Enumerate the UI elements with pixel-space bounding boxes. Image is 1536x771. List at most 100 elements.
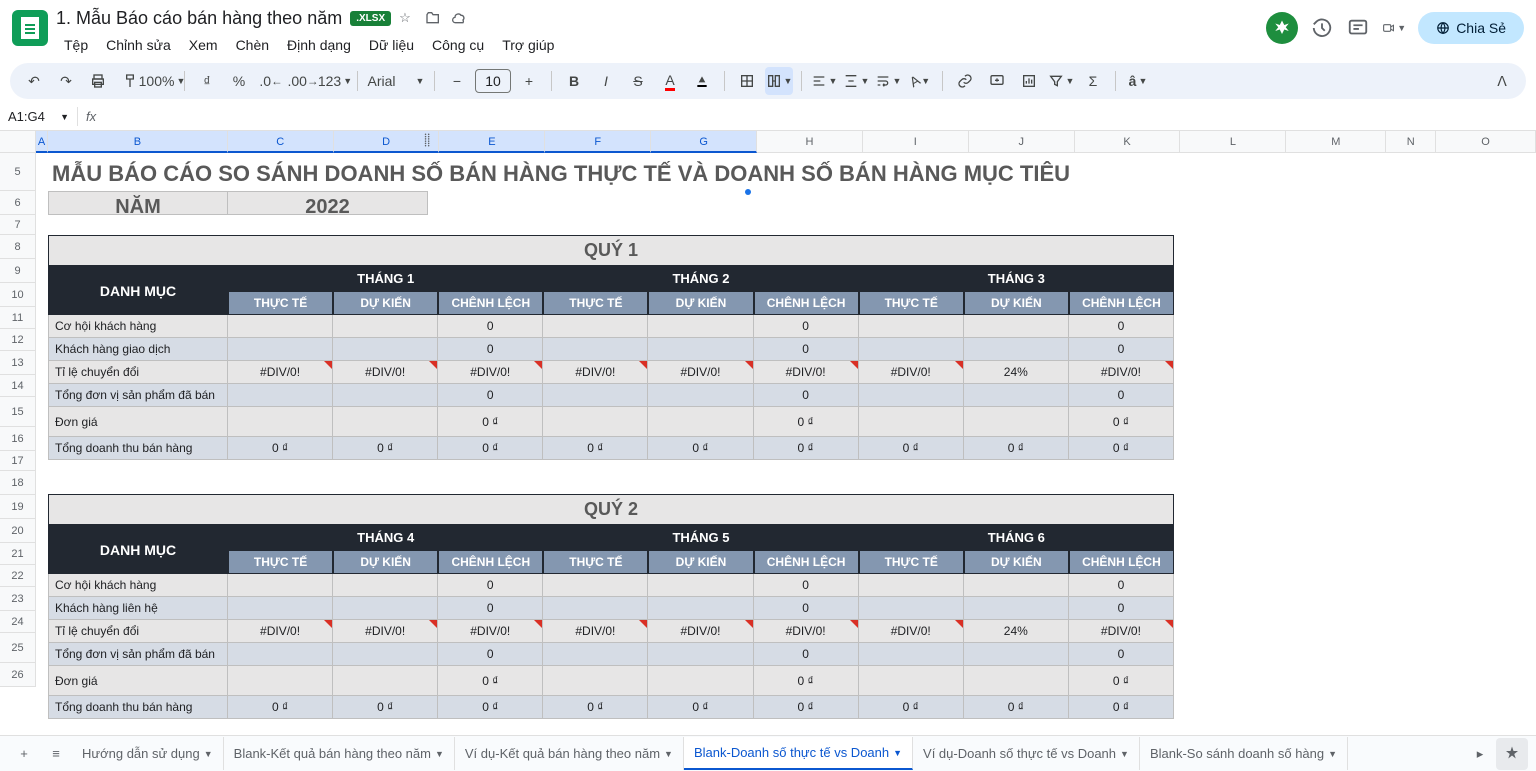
fill-color-button[interactable] — [688, 67, 716, 95]
tab-menu-icon[interactable]: ▼ — [893, 748, 902, 758]
row-header-12[interactable]: 12 — [0, 329, 36, 351]
data-cell[interactable] — [543, 315, 648, 338]
row-header-23[interactable]: 23 — [0, 587, 36, 611]
cloud-icon[interactable] — [451, 10, 469, 28]
text-color-button[interactable]: A — [656, 67, 684, 95]
data-cell[interactable]: 0 — [754, 338, 859, 361]
data-cell[interactable]: 0 — [754, 643, 859, 666]
data-cell[interactable]: #DIV/0! — [859, 620, 964, 643]
data-cell[interactable]: #DIV/0! — [438, 361, 543, 384]
data-cell[interactable]: #DIV/0! — [438, 620, 543, 643]
data-cell[interactable] — [333, 643, 438, 666]
sheet-content[interactable]: MẪU BÁO CÁO SO SÁNH DOANH SỐ BÁN HÀNG TH… — [36, 153, 1536, 721]
data-cell[interactable] — [648, 407, 753, 437]
data-cell[interactable] — [543, 643, 648, 666]
data-cell[interactable]: #DIV/0! — [648, 620, 753, 643]
data-cell[interactable]: #DIV/0! — [1069, 620, 1174, 643]
row-header-25[interactable]: 25 — [0, 633, 36, 663]
select-all-corner[interactable] — [0, 131, 36, 153]
data-cell[interactable] — [859, 597, 964, 620]
row-header-18[interactable]: 18 — [0, 471, 36, 495]
font-select[interactable]: Arial▼ — [366, 67, 426, 95]
col-header-C[interactable]: C — [228, 131, 334, 153]
data-cell[interactable] — [859, 574, 964, 597]
data-cell[interactable]: 0 ₫ — [754, 666, 859, 696]
menu-dữ liệu[interactable]: Dữ liệu — [361, 33, 422, 57]
menu-chèn[interactable]: Chèn — [228, 33, 277, 57]
merge-button[interactable]: ▼ — [765, 67, 793, 95]
data-cell[interactable] — [543, 407, 648, 437]
data-cell[interactable]: 0 ₫ — [859, 437, 964, 460]
decrease-decimal-button[interactable]: .0← — [257, 67, 285, 95]
col-header-G[interactable]: G — [651, 131, 757, 153]
italic-button[interactable]: I — [592, 67, 620, 95]
col-header-O[interactable]: O — [1436, 131, 1536, 153]
data-cell[interactable]: 0 — [438, 597, 543, 620]
data-cell[interactable]: 0 ₫ — [1069, 407, 1174, 437]
data-cell[interactable]: 0 — [438, 643, 543, 666]
col-header-N[interactable]: N — [1386, 131, 1436, 153]
filter-button[interactable]: ▼ — [1047, 67, 1075, 95]
row-header-11[interactable]: 11 — [0, 307, 36, 329]
data-cell[interactable] — [333, 338, 438, 361]
col-resize-icon[interactable]: ⸽⸽ — [424, 131, 430, 148]
strikethrough-button[interactable]: S — [624, 67, 652, 95]
data-cell[interactable] — [648, 574, 753, 597]
bold-button[interactable]: B — [560, 67, 588, 95]
sheet-tab[interactable]: Ví dụ-Doanh số thực tế vs Doanh▼ — [913, 737, 1140, 770]
data-cell[interactable]: 0 ₫ — [438, 666, 543, 696]
comment-icon[interactable] — [1346, 16, 1370, 40]
percent-button[interactable]: % — [225, 67, 253, 95]
print-button[interactable] — [84, 67, 112, 95]
row-header-21[interactable]: 21 — [0, 543, 36, 565]
undo-button[interactable]: ↶ — [20, 67, 48, 95]
data-cell[interactable] — [543, 574, 648, 597]
data-cell[interactable] — [543, 666, 648, 696]
data-cell[interactable]: 0 ₫ — [754, 696, 859, 719]
col-header-M[interactable]: M — [1286, 131, 1386, 153]
sheet-tab[interactable]: Hướng dẫn sử dụng▼ — [72, 737, 224, 770]
data-cell[interactable]: 24% — [964, 361, 1069, 384]
data-cell[interactable] — [228, 597, 333, 620]
data-cell[interactable]: 0 ₫ — [754, 437, 859, 460]
data-cell[interactable]: 0 — [1069, 597, 1174, 620]
number-format-button[interactable]: 123▼ — [321, 67, 349, 95]
data-cell[interactable] — [648, 315, 753, 338]
col-header-A[interactable]: A — [36, 131, 48, 153]
data-cell[interactable]: 0 — [754, 574, 859, 597]
data-cell[interactable] — [333, 407, 438, 437]
data-cell[interactable] — [333, 666, 438, 696]
menu-tệp[interactable]: Tệp — [56, 33, 96, 57]
data-cell[interactable]: #DIV/0! — [228, 620, 333, 643]
data-cell[interactable] — [333, 315, 438, 338]
data-cell[interactable] — [648, 384, 753, 407]
data-cell[interactable]: #DIV/0! — [228, 361, 333, 384]
borders-button[interactable] — [733, 67, 761, 95]
data-cell[interactable] — [964, 574, 1069, 597]
selection-handle[interactable] — [745, 189, 751, 195]
functions-button[interactable]: Σ — [1079, 67, 1107, 95]
row-header-20[interactable]: 20 — [0, 519, 36, 543]
data-cell[interactable]: 0 — [754, 384, 859, 407]
data-cell[interactable]: 0 ₫ — [964, 437, 1069, 460]
sheet-tab[interactable]: Blank-Kết quả bán hàng theo năm▼ — [224, 737, 455, 770]
sheet-tab[interactable]: Ví dụ-Kết quả bán hàng theo năm▼ — [455, 737, 684, 770]
data-cell[interactable]: 0 — [1069, 315, 1174, 338]
data-cell[interactable]: 0 ₫ — [1069, 437, 1174, 460]
data-cell[interactable] — [964, 384, 1069, 407]
row-header-22[interactable]: 22 — [0, 565, 36, 587]
star-icon[interactable]: ☆ — [399, 10, 417, 28]
sheet-tab[interactable]: Blank-So sánh doanh số hàng▼ — [1140, 737, 1348, 770]
data-cell[interactable]: 0 ₫ — [859, 696, 964, 719]
data-cell[interactable]: 0 — [1069, 384, 1174, 407]
font-size-input[interactable]: 10 — [475, 69, 511, 93]
row-header-7[interactable]: 7 — [0, 215, 36, 235]
data-cell[interactable]: #DIV/0! — [859, 361, 964, 384]
data-cell[interactable]: 0 — [754, 597, 859, 620]
data-cell[interactable] — [964, 597, 1069, 620]
data-cell[interactable] — [648, 666, 753, 696]
data-cell[interactable] — [228, 643, 333, 666]
row-header-16[interactable]: 16 — [0, 427, 36, 451]
data-cell[interactable] — [333, 597, 438, 620]
data-cell[interactable] — [964, 338, 1069, 361]
